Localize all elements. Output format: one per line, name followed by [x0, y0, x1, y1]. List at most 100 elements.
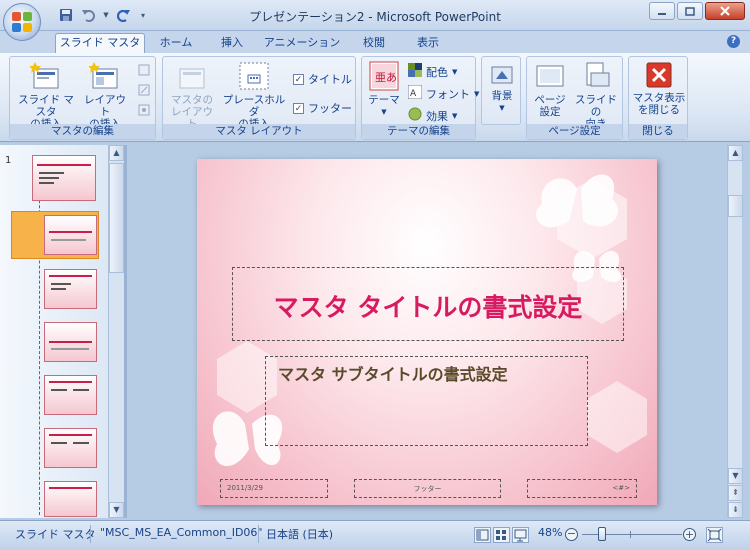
footer-placeholder[interactable]: フッター — [354, 479, 501, 498]
group-page-setup-label: ページ設定 — [527, 124, 622, 139]
fonts-icon: A — [407, 84, 423, 102]
slide-show-view-icon[interactable] — [512, 527, 529, 543]
close-master-view-button[interactable]: マスタ表示 を閉じる — [631, 61, 687, 116]
group-close: マスタ表示 を閉じる 閉じる — [628, 56, 688, 140]
office-button[interactable] — [3, 3, 41, 41]
fit-to-window-icon[interactable] — [706, 527, 723, 543]
layout-thumbnail-title[interactable] — [44, 215, 97, 255]
normal-view-icon[interactable] — [474, 527, 491, 543]
close-master-icon — [646, 61, 672, 89]
background-button[interactable]: 背景 ▼ — [484, 63, 520, 114]
office-logo-icon — [11, 11, 33, 33]
slide-sorter-view-icon[interactable] — [493, 527, 510, 543]
scroll-down-arrow-icon[interactable]: ▼ — [109, 502, 124, 518]
effects-icon — [408, 107, 422, 124]
pane-splitter[interactable] — [124, 145, 127, 518]
thumb-line — [39, 182, 54, 184]
tab-home[interactable]: ホーム — [150, 34, 202, 53]
close-button[interactable] — [705, 2, 745, 20]
window-title: プレゼンテーション2 - Microsoft PowerPoint — [249, 10, 501, 24]
previous-slide-icon[interactable]: ⇞ — [728, 485, 743, 501]
date-placeholder[interactable]: 2011/3/29 — [220, 479, 328, 498]
status-bar: スライド マスタ "MSC_MS_EA_Common_ID06" 日本語 (日本… — [0, 520, 750, 550]
insert-layout-button[interactable]: レイアウト の挿入 — [80, 61, 130, 130]
zoom-slider-thumb[interactable] — [598, 527, 606, 541]
colors-icon — [408, 63, 422, 80]
master-thumbnail[interactable] — [32, 155, 96, 201]
zoom-slider-center-tick — [630, 531, 631, 538]
insert-master-icon — [29, 61, 62, 91]
zoom-in-icon[interactable]: + — [683, 528, 696, 541]
thumbnail-scrollbar[interactable]: ▲ ▼ — [108, 145, 124, 518]
title-bar: ▼ ▾ プレゼンテーション2 - Microsoft PowerPoint — [0, 0, 750, 31]
insert-placeholder-button[interactable]: プレースホルダ の挿入 — [219, 61, 289, 130]
tab-review[interactable]: 校閲 — [352, 34, 396, 53]
scroll-up-arrow-icon[interactable]: ▲ — [728, 145, 743, 161]
layout-thumbnail[interactable] — [44, 481, 97, 517]
group-master-edit-label: マスタの編集 — [10, 124, 155, 139]
thumb-bar — [37, 164, 91, 166]
thumb-bar — [49, 341, 92, 343]
insert-layout-icon — [88, 61, 121, 91]
next-slide-icon[interactable]: ⇟ — [728, 502, 743, 518]
subtitle-placeholder[interactable]: マスタ サブタイトルの書式設定 — [265, 356, 588, 446]
effects-button[interactable]: 効果 ▼ — [408, 107, 457, 124]
status-view: スライド マスタ — [15, 528, 96, 541]
delete-slide-icon[interactable] — [137, 63, 151, 80]
colors-label: 配色 — [426, 65, 448, 79]
group-master-layout: マスタの レイアウト プレースホルダ の挿入 ✓ タイトル ✓ フッター マスタ レ… — [162, 56, 356, 140]
tab-slide-master[interactable]: スライド マスタ — [55, 33, 145, 53]
thumb-bar — [49, 275, 92, 277]
group-close-label: 閉じる — [629, 124, 687, 139]
layout-thumbnail[interactable] — [44, 428, 97, 468]
thumbnail-number: 1 — [5, 155, 12, 166]
thumbnail-scroll-thumb[interactable] — [109, 163, 124, 273]
fonts-button[interactable]: A フォント ▼ — [407, 84, 480, 102]
svg-text:A: A — [410, 89, 417, 99]
minimize-button[interactable] — [649, 2, 675, 20]
layout-thumbnail[interactable] — [44, 269, 97, 309]
tab-insert[interactable]: 挿入 — [210, 34, 254, 53]
tab-animation[interactable]: アニメーション — [262, 34, 342, 53]
thumb-line — [73, 442, 89, 444]
page-number-placeholder[interactable]: <#> — [527, 479, 637, 498]
thumb-line — [73, 389, 89, 391]
page-setup-button[interactable]: ページ 設定 — [530, 61, 570, 118]
zoom-out-icon[interactable]: − — [565, 528, 578, 541]
master-layout-button[interactable]: マスタの レイアウト — [167, 61, 217, 130]
status-language[interactable]: 日本語 (日本) — [266, 526, 333, 542]
slide-orientation-button[interactable]: スライドの 向き — [571, 61, 621, 130]
layout-thumbnail[interactable] — [44, 375, 97, 415]
zoom-level[interactable]: 48% — [538, 526, 562, 539]
preserve-icon[interactable] — [137, 103, 151, 120]
footer-checkbox[interactable]: ✓ フッター — [293, 100, 352, 116]
main-scroll-thumb[interactable] — [728, 195, 743, 217]
insert-slide-master-button[interactable]: スライド マスタ の挿入 — [15, 61, 77, 130]
fonts-dropdown-icon: ▼ — [474, 89, 480, 98]
rename-icon[interactable] — [137, 83, 151, 100]
slide-canvas[interactable]: マスタ タイトルの書式設定 マスタ サブタイトルの書式設定 2011/3/29 … — [197, 159, 657, 505]
theme-icon-text: 亜あ — [375, 71, 397, 84]
main-scrollbar[interactable]: ▲ ▼ ⇞ ⇟ — [727, 145, 743, 518]
title-checkbox[interactable]: ✓ タイトル — [293, 71, 352, 87]
fonts-label: フォント — [426, 87, 470, 101]
scroll-up-arrow-icon[interactable]: ▲ — [109, 145, 124, 161]
slide-page-number: <#> — [612, 484, 630, 492]
help-icon[interactable]: ? — [727, 35, 740, 48]
zoom-slider-track[interactable] — [582, 534, 682, 535]
theme-dropdown-icon: ▼ — [381, 108, 387, 116]
orientation-icon — [581, 61, 611, 91]
title-placeholder[interactable]: マスタ タイトルの書式設定 — [232, 267, 624, 341]
scroll-down-arrow-icon[interactable]: ▼ — [728, 468, 743, 484]
placeholder-icon — [238, 61, 270, 91]
restore-button[interactable] — [677, 2, 703, 20]
thumb-line — [51, 442, 67, 444]
thumb-line — [51, 239, 86, 241]
slide-title: マスタ タイトルの書式設定 — [273, 293, 583, 322]
master-layout-icon — [176, 61, 208, 91]
layout-thumbnail[interactable] — [44, 322, 97, 362]
tab-view[interactable]: 表示 — [406, 34, 450, 53]
colors-button[interactable]: 配色 ▼ — [408, 63, 457, 80]
theme-button[interactable]: 亜あ テーマ ▼ — [366, 61, 402, 118]
slide-date: 2011/3/29 — [227, 484, 263, 492]
